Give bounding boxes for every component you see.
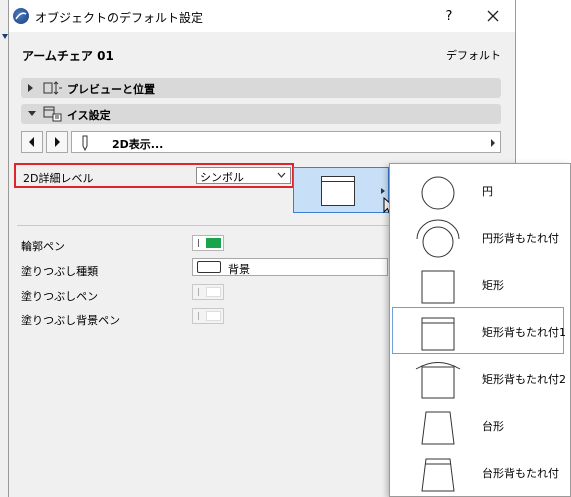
- contour-pen-picker[interactable]: [192, 235, 224, 251]
- rectangle-curved-back-icon: [415, 362, 461, 399]
- fill-bg-pen-label: 塗りつぶし背景ペン: [21, 314, 121, 327]
- menu-item-circle-with-back[interactable]: 円形背もたれ付: [392, 213, 564, 260]
- pen-tick: [198, 239, 199, 247]
- collapse-arrow-icon: [28, 111, 36, 116]
- menu-item-rectangle-with-back-2[interactable]: 矩形背もたれ付2: [392, 354, 566, 401]
- expand-arrow-icon: [28, 84, 33, 92]
- prev-page-button[interactable]: [21, 131, 43, 153]
- fill-type-value: 背景: [228, 263, 250, 276]
- menu-item-label: 円: [482, 185, 493, 198]
- page-label: 2D表示...: [112, 138, 164, 151]
- page-selector[interactable]: 2D表示...: [71, 131, 501, 153]
- menu-item-rectangle-with-back-1[interactable]: 矩形背もたれ付1: [392, 307, 566, 354]
- pen-color-swatch: [206, 287, 221, 297]
- menu-item-circle[interactable]: 円: [392, 166, 564, 213]
- window-title: オブジェクトのデフォルト設定: [35, 11, 204, 25]
- left-strip: [0, 0, 8, 497]
- pen-tick: [198, 312, 199, 320]
- section-chair-settings[interactable]: イス設定: [21, 104, 501, 124]
- next-page-button[interactable]: [46, 131, 68, 153]
- help-button[interactable]: ?: [437, 6, 461, 28]
- section-label: イス設定: [67, 109, 111, 122]
- app-logo-icon: [13, 8, 29, 24]
- symbol-thumbnail: [321, 176, 355, 206]
- fill-pen-picker[interactable]: [192, 284, 224, 300]
- trapezoid-with-back-icon: [421, 458, 455, 492]
- object-name: アームチェア 01: [22, 49, 114, 63]
- fill-bg-pen-picker[interactable]: [192, 308, 224, 324]
- menu-item-trapezoid[interactable]: 台形: [392, 401, 564, 448]
- arrow-right-icon: [381, 188, 385, 194]
- menu-item-label: 矩形背もたれ付2: [482, 373, 566, 386]
- chevron-down-icon: [277, 172, 286, 178]
- pen-color-swatch: [206, 238, 221, 248]
- fill-type-label: 塗りつぶし種類: [21, 265, 99, 278]
- pen-color-swatch: [206, 311, 221, 321]
- rectangle-with-back-icon: [421, 317, 455, 351]
- circle-with-back-icon: [416, 219, 460, 258]
- menu-item-label: 矩形: [482, 279, 504, 292]
- section-label: プレビューと位置: [67, 83, 155, 96]
- arrow-left-icon: [29, 137, 34, 147]
- menu-item-label: 円形背もたれ付: [482, 232, 559, 245]
- chair-settings-icon: [43, 106, 62, 122]
- trapezoid-icon: [421, 411, 455, 445]
- contour-pen-label: 輪郭ペン: [21, 240, 65, 253]
- pen-icon: [82, 135, 88, 151]
- detail-level-label: 2D詳細レベル: [23, 172, 94, 185]
- menu-item-rectangle[interactable]: 矩形: [392, 260, 564, 307]
- menu-item-label: 台形: [482, 420, 504, 433]
- page-navigator: 2D表示...: [21, 131, 501, 153]
- preview-position-icon: [43, 81, 62, 95]
- detail-level-value: シンボル: [200, 171, 244, 184]
- menu-item-label: 矩形背もたれ付1: [482, 326, 566, 339]
- detail-level-select[interactable]: シンボル: [196, 167, 291, 184]
- menu-item-label: 台形背もたれ付: [482, 467, 559, 480]
- arrow-right-icon: [55, 137, 60, 147]
- close-button[interactable]: [479, 4, 507, 28]
- close-icon: [487, 10, 499, 22]
- dropdown-arrow-icon: [491, 139, 495, 147]
- detail-level-row: 2D詳細レベル シンボル: [14, 163, 294, 188]
- symbol-shape-menu: 円 円形背もたれ付 矩形 矩形背もたれ付1 矩形背もたれ付2 台形 台形背もたれ…: [389, 163, 571, 497]
- fill-pen-label: 塗りつぶしペン: [21, 290, 99, 303]
- fill-swatch: [197, 261, 221, 273]
- section-preview-position[interactable]: プレビューと位置: [21, 78, 501, 98]
- symbol-preview-button[interactable]: [293, 167, 389, 213]
- default-label: デフォルト: [446, 49, 501, 62]
- pen-tick: [198, 288, 199, 296]
- divider: [17, 225, 395, 226]
- circle-icon: [421, 176, 455, 210]
- menu-item-trapezoid-with-back[interactable]: 台形背もたれ付: [392, 448, 564, 495]
- title-bar: オブジェクトのデフォルト設定 ?: [9, 0, 515, 32]
- fill-type-picker[interactable]: 背景: [192, 258, 395, 276]
- rectangle-icon: [421, 270, 455, 304]
